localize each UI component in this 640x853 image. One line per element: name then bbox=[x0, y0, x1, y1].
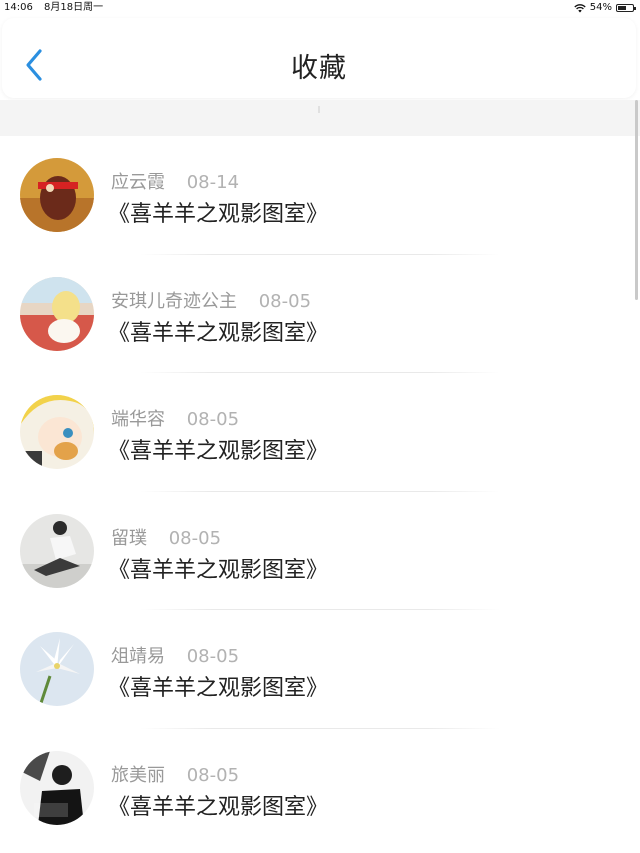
battery-icon bbox=[616, 4, 636, 12]
item-meta: 留璞 08-05 bbox=[111, 524, 221, 550]
favorite-item[interactable]: 留璞 08-05 《喜羊羊之观影图室》 bbox=[0, 492, 640, 610]
item-date: 08-14 bbox=[186, 172, 240, 193]
avatar bbox=[20, 632, 94, 706]
item-meta: 端华容 08-05 bbox=[111, 405, 239, 431]
author-name: 旅美丽 bbox=[111, 764, 165, 786]
item-date: 08-05 bbox=[186, 646, 240, 667]
status-bar: 14:06 8月18日周一 54% bbox=[0, 0, 640, 16]
avatar bbox=[20, 395, 94, 469]
favorite-item[interactable]: 俎靖易 08-05 《喜羊羊之观影图室》 bbox=[0, 610, 640, 729]
status-date: 8月18日周一 bbox=[44, 2, 104, 13]
item-title: 《喜羊羊之观影图室》 bbox=[108, 320, 329, 346]
status-time: 14:06 bbox=[4, 2, 33, 13]
item-date: 08-05 bbox=[168, 527, 222, 549]
item-title: 《喜羊羊之观影图室》 bbox=[108, 794, 329, 820]
item-title: 《喜羊羊之观影图室》 bbox=[108, 557, 329, 583]
item-meta: 俎靖易 08-05 bbox=[111, 642, 239, 668]
item-title: 《喜羊羊之观影图室》 bbox=[108, 439, 329, 464]
favorite-item[interactable]: 旅美丽 08-05 《喜羊羊之观影图室》 bbox=[0, 729, 640, 848]
favorites-list: 应云霞 08-14 《喜羊羊之观影图室》 安琪儿奇迹公主 08-05 《喜羊羊之… bbox=[0, 136, 640, 847]
status-left: 14:06 8月18日周一 bbox=[4, 0, 111, 16]
battery-percent: 54% bbox=[589, 2, 612, 13]
item-date: 08-05 bbox=[258, 290, 312, 312]
author-name: 俎靖易 bbox=[111, 646, 165, 667]
band-marker bbox=[318, 106, 320, 113]
favorite-item[interactable]: 端华容 08-05 《喜羊羊之观影图室》 bbox=[0, 373, 640, 492]
favorite-item[interactable]: 安琪儿奇迹公主 08-05 《喜羊羊之观影图室》 bbox=[0, 255, 640, 373]
wifi-icon bbox=[574, 3, 586, 12]
page-title: 收藏 bbox=[291, 53, 347, 84]
item-meta: 应云霞 08-14 bbox=[111, 168, 239, 194]
author-name: 应云霞 bbox=[111, 172, 165, 193]
avatar bbox=[20, 513, 94, 588]
author-name: 留璞 bbox=[111, 527, 147, 549]
author-name: 安琪儿奇迹公主 bbox=[111, 290, 237, 312]
status-right: 54% bbox=[574, 0, 636, 16]
avatar bbox=[20, 750, 94, 825]
item-title: 《喜羊羊之观影图室》 bbox=[108, 676, 329, 701]
item-title: 《喜羊羊之观影图室》 bbox=[108, 202, 329, 227]
author-name: 端华容 bbox=[111, 409, 165, 430]
item-meta: 安琪儿奇迹公主 08-05 bbox=[111, 287, 311, 313]
favorite-item[interactable]: 应云霞 08-14 《喜羊羊之观影图室》 bbox=[0, 136, 640, 255]
avatar bbox=[20, 158, 94, 232]
item-date: 08-05 bbox=[186, 409, 240, 430]
item-date: 08-05 bbox=[186, 764, 240, 786]
section-band bbox=[0, 100, 640, 136]
avatar bbox=[20, 276, 94, 351]
item-meta: 旅美丽 08-05 bbox=[111, 761, 239, 787]
nav-bar: 收藏 bbox=[2, 18, 636, 98]
